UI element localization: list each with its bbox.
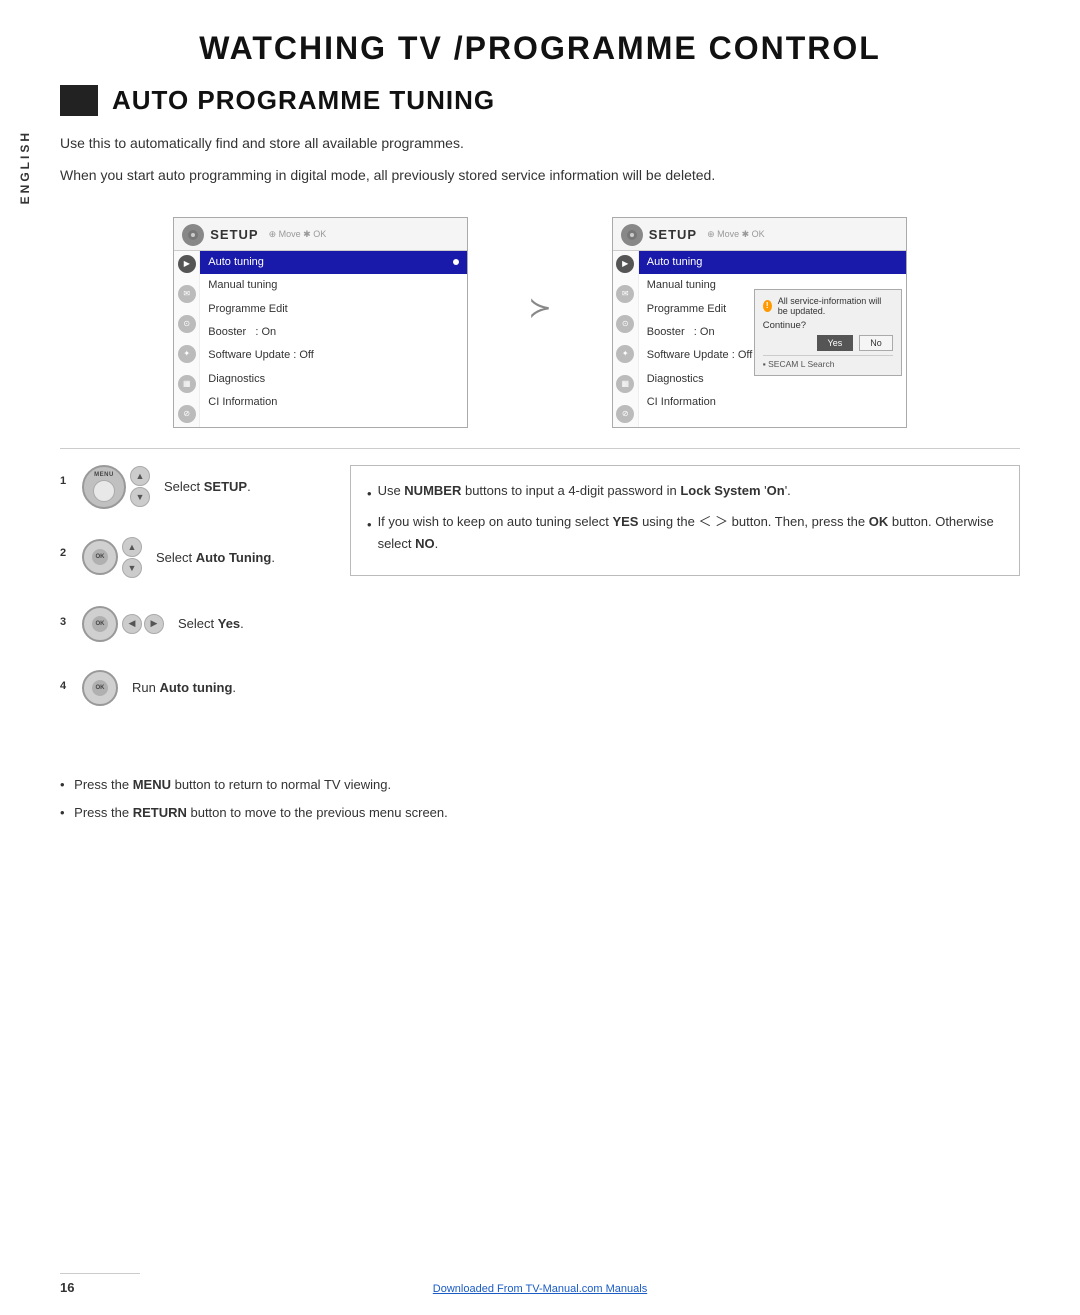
step-2-number: 2 bbox=[60, 547, 72, 559]
step-1-row: 1 MENU ▲ ▼ Select SETUP. bbox=[60, 465, 320, 509]
arrow-between-screens: ≻ bbox=[528, 291, 551, 324]
ok-button-2: OK bbox=[82, 539, 118, 575]
ok-button-3: OK bbox=[82, 606, 118, 642]
menu-item-prog-edit-1: Programme Edit bbox=[200, 298, 467, 321]
menu-icon-2: ✉ bbox=[178, 285, 196, 303]
step-3-row: 3 OK ◀ ▶ Select Yes. bbox=[60, 606, 320, 642]
menu-icon-s2-5: ▦ bbox=[616, 375, 634, 393]
footer-link[interactable]: Downloaded From TV-Manual.com Manuals bbox=[433, 1283, 647, 1295]
bullet-dot-1: • bbox=[367, 483, 372, 505]
dialog-question: Continue? bbox=[763, 320, 893, 331]
tv-screen-2: SETUP ⊕ Move ✱ OK ▶ ✉ ⊙ ✦ ▦ ⊘ Auto tunin… bbox=[612, 217, 907, 428]
step-3-text: Select Yes. bbox=[178, 614, 244, 634]
ok-button-4: OK bbox=[82, 670, 118, 706]
setup-hint-2: ⊕ Move ✱ OK bbox=[707, 229, 765, 240]
menu-icon-s2-3: ⊙ bbox=[616, 315, 634, 333]
setup-hint-1: ⊕ Move ✱ OK bbox=[269, 229, 327, 240]
tv-screen-1: SETUP ⊕ Move ✱ OK ▶ ✉ ⊙ ✦ ▦ ⊘ Auto tunin… bbox=[173, 217, 468, 428]
secam-icon: ▪ bbox=[763, 359, 766, 369]
step-1-number: 1 bbox=[60, 475, 72, 487]
bullet-dot-3: • bbox=[60, 774, 65, 796]
menu-item-auto-tuning-2: Auto tuning bbox=[639, 251, 906, 274]
menu-item-booster-1: Booster : On bbox=[200, 321, 467, 344]
setup-title-1: SETUP bbox=[210, 227, 258, 242]
warning-icon: ! bbox=[763, 300, 772, 312]
menu-item-ci-1: CI Information bbox=[200, 391, 467, 414]
menu-icon-s2-4: ✦ bbox=[616, 345, 634, 363]
setup-icon-1 bbox=[182, 224, 204, 246]
page-number: 16 bbox=[60, 1280, 74, 1295]
arrow-up-2: ▲ bbox=[122, 537, 142, 557]
arrow-right-3: ▶ bbox=[144, 614, 164, 634]
bottom-note-2: Press the RETURN button to move to the p… bbox=[71, 802, 448, 824]
bullet-dot-4: • bbox=[60, 802, 65, 824]
menu-icon-5: ▦ bbox=[178, 375, 196, 393]
menu-icon-3: ⊙ bbox=[178, 315, 196, 333]
info-bullet-2: If you wish to keep on auto tuning selec… bbox=[378, 511, 1003, 555]
bottom-note-1: Press the MENU button to return to norma… bbox=[71, 774, 392, 796]
divider bbox=[60, 448, 1020, 449]
page-title: WATCHING TV /PROGRAMME CONTROL bbox=[60, 30, 1020, 67]
arrow-down-1: ▼ bbox=[130, 487, 150, 507]
page-footer: 16 Downloaded From TV-Manual.com Manuals bbox=[60, 1273, 1020, 1295]
menu-icon-s2-1: ▶ bbox=[616, 255, 634, 273]
step-4-number: 4 bbox=[60, 680, 72, 692]
step-4-row: 4 OK Run Auto tuning. bbox=[60, 670, 320, 706]
info-box: • Use NUMBER buttons to input a 4-digit … bbox=[350, 465, 1020, 576]
intro-line2: When you start auto programming in digit… bbox=[60, 164, 1020, 186]
step-3-number: 3 bbox=[60, 616, 72, 628]
menu-icon-s2-6: ⊘ bbox=[616, 405, 634, 423]
bullet-dot-2: • bbox=[367, 514, 372, 536]
dialog-no-button[interactable]: No bbox=[859, 335, 893, 351]
arrow-left-3: ◀ bbox=[122, 614, 142, 634]
sidebar-english-label: ENGLISH bbox=[18, 130, 32, 204]
menu-icon-6: ⊘ bbox=[178, 405, 196, 423]
step-2-text: Select Auto Tuning. bbox=[156, 548, 275, 568]
step-1-text: Select SETUP. bbox=[164, 477, 251, 497]
setup-icon-2 bbox=[621, 224, 643, 246]
menu-item-ci-2: CI Information bbox=[639, 391, 906, 414]
section-heading: AUTO PROGRAMME TUNING bbox=[60, 85, 1020, 116]
menu-item-diagnostics-1: Diagnostics bbox=[200, 368, 467, 391]
menu-icon-s2-2: ✉ bbox=[616, 285, 634, 303]
step-4-text: Run Auto tuning. bbox=[132, 678, 236, 698]
setup-title-2: SETUP bbox=[649, 227, 697, 242]
menu-item-software-1: Software Update : Off bbox=[200, 344, 467, 367]
menu-item-auto-tuning-1: Auto tuning bbox=[200, 251, 467, 274]
menu-button: MENU bbox=[82, 465, 126, 509]
dialog-yes-button[interactable]: Yes bbox=[817, 335, 854, 351]
step-2-row: 2 OK ▲ ▼ Select Auto Tuning. bbox=[60, 537, 320, 578]
info-bullet-1: Use NUMBER buttons to input a 4-digit pa… bbox=[378, 480, 791, 502]
arrow-up-1: ▲ bbox=[130, 466, 150, 486]
secam-label-text: SECAM L Search bbox=[768, 359, 834, 369]
arrow-down-2: ▼ bbox=[122, 558, 142, 578]
dialog-warning-text: All service-information will be updated. bbox=[778, 296, 893, 316]
menu-icon-1: ▶ bbox=[178, 255, 196, 273]
dialog-box: ! All service-information will be update… bbox=[754, 289, 902, 376]
menu-item-manual-tuning-1: Manual tuning bbox=[200, 274, 467, 297]
intro-line1: Use this to automatically find and store… bbox=[60, 132, 1020, 154]
bottom-notes: • Press the MENU button to return to nor… bbox=[60, 764, 1020, 824]
menu-icon-4: ✦ bbox=[178, 345, 196, 363]
